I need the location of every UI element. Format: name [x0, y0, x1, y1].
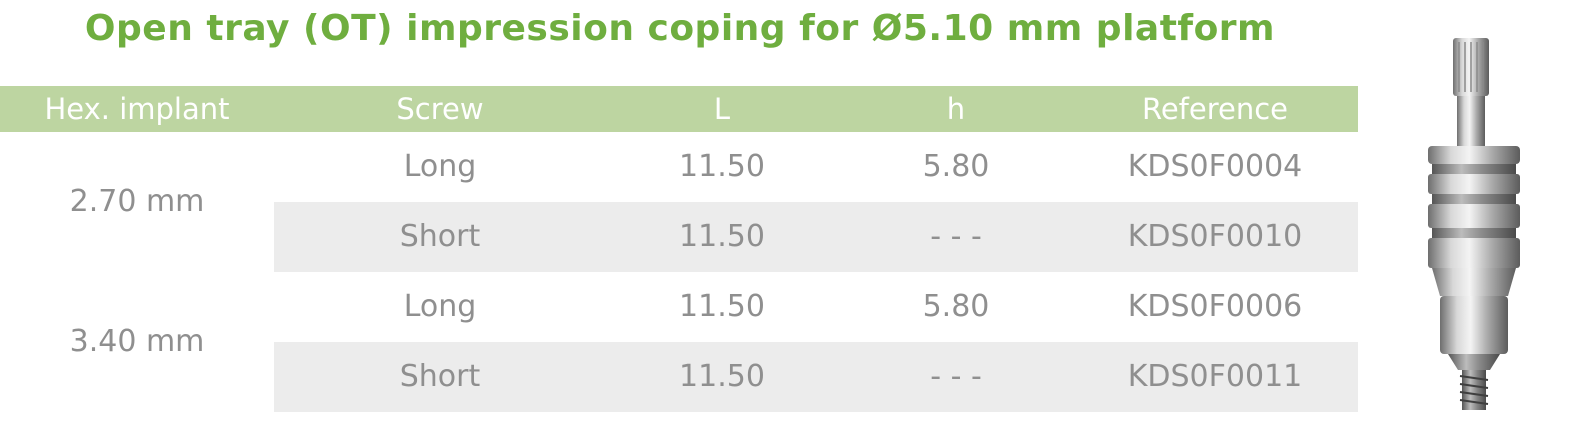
screw-cell: Short: [399, 219, 481, 254]
header-screw: Screw: [396, 92, 484, 126]
h-cell: 5.80: [922, 289, 990, 324]
l-cell: 11.50: [679, 149, 765, 184]
reference-cell: KDS0F0011: [1127, 359, 1303, 394]
l-cell: 11.50: [679, 359, 765, 394]
h-cell: 5.80: [922, 149, 990, 184]
reference-cell: KDS0F0010: [1127, 219, 1303, 254]
header-l: L: [713, 92, 731, 126]
table-row: Short 11.50 - - - KDS0F0011: [274, 342, 1358, 412]
header-hex-implant: Hex. implant: [44, 92, 230, 126]
implant-size: 2.70 mm: [69, 184, 205, 219]
table-row: Long 11.50 5.80 KDS0F0004: [274, 132, 1358, 202]
l-cell: 11.50: [679, 289, 765, 324]
header-h: h: [946, 92, 966, 126]
h-cell: - - -: [930, 219, 982, 254]
screw-cell: Long: [403, 289, 477, 324]
screw-cell: Short: [399, 359, 481, 394]
l-cell: 11.50: [679, 219, 765, 254]
page-title: Open tray (OT) impression coping for Ø5.…: [84, 8, 1276, 49]
impression-coping-product-image: [1428, 38, 1520, 410]
reference-cell: KDS0F0006: [1127, 289, 1303, 324]
implant-size: 3.40 mm: [69, 324, 205, 359]
h-cell: - - -: [930, 359, 982, 394]
header-reference: Reference: [1141, 92, 1289, 126]
screw-cell: Long: [403, 149, 477, 184]
table-header: Hex. implant Screw L h Reference: [0, 86, 1358, 132]
table-row: Long 11.50 5.80 KDS0F0006: [274, 272, 1358, 342]
table-row: Short 11.50 - - - KDS0F0010: [274, 202, 1358, 272]
reference-cell: KDS0F0004: [1127, 149, 1303, 184]
